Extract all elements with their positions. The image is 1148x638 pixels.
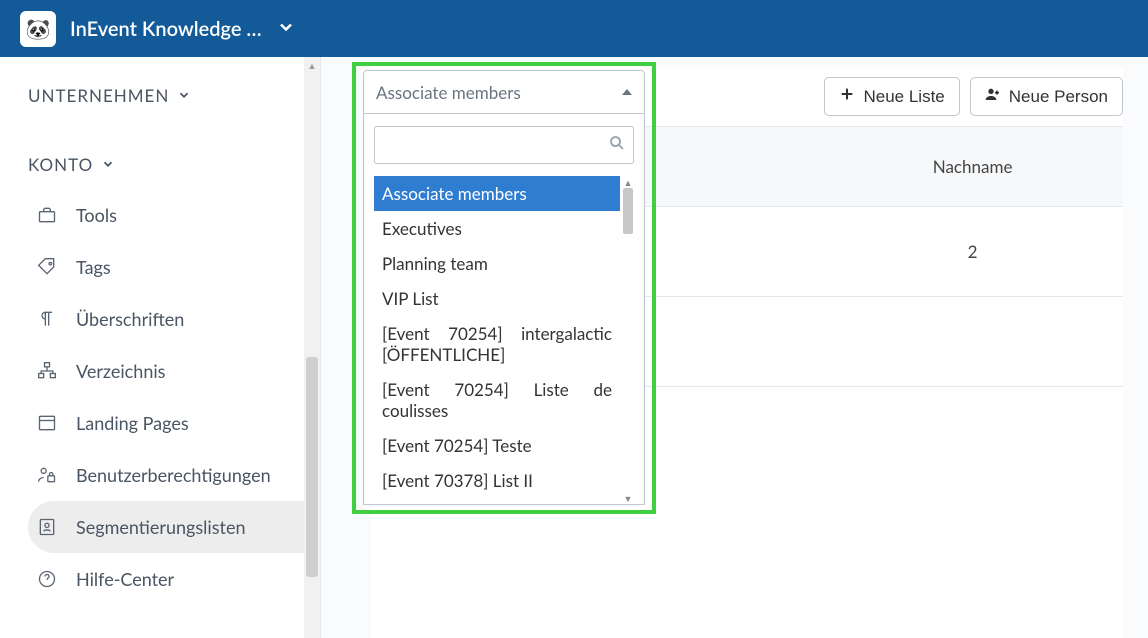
dropdown-option[interactable]: VIP List [374,281,620,316]
section-company-label: UNTERNEHMEN [28,85,169,106]
dropdown-option[interactable]: Associate members [374,176,620,211]
sidebar-item-help-center[interactable]: Hilfe-Center [28,553,320,605]
dropdown-search-input[interactable] [374,126,634,164]
toolbox-icon [34,205,60,225]
section-account-label: KONTO [28,154,93,175]
sidebar-item-label: Hilfe-Center [76,568,174,590]
users-lock-icon [34,465,60,485]
sidebar-item-label: Segmentierungslisten [76,516,246,538]
dropdown-option[interactable]: [Event 70254] intergalactic [ÖFFENTLICHE… [374,316,620,372]
sitemap-icon [34,361,60,381]
sidebar-item-segment-lists[interactable]: Segmentierungslisten [28,501,320,553]
dropdown-selected-label: Associate members [376,82,521,103]
search-icon [608,134,626,156]
sidebar-item-label: Tags [76,256,111,278]
help-icon [34,569,60,589]
sidebar-item-directory[interactable]: Verzeichnis [28,345,320,397]
sidebar-item-label: Tools [76,204,117,226]
chevron-down-icon [177,85,191,106]
cell-lastname: 2 [822,207,1123,297]
sidebar-item-tools[interactable]: Tools [28,189,320,241]
scroll-up-arrow-icon[interactable]: ▲ [622,176,634,188]
scroll-down-arrow-icon[interactable]: ▼ [622,492,634,504]
list-select-dropdown[interactable]: Associate members Associate members Exec… [363,70,645,505]
scroll-thumb[interactable] [623,188,633,234]
sidebar-scrollbar[interactable]: ▲ [304,57,320,638]
browser-icon [34,413,60,433]
paragraph-icon [34,309,60,329]
sidebar-item-label: Überschriften [76,308,184,330]
new-list-button[interactable]: Neue Liste [824,77,959,116]
tag-icon [34,257,60,277]
scroll-up-arrow-icon[interactable]: ▲ [304,57,320,73]
app-title: InEvent Knowledge … [70,17,262,41]
dropdown-option[interactable]: Planning team [374,246,620,281]
sidebar-item-landing-pages[interactable]: Landing Pages [28,397,320,449]
caret-up-icon [622,89,632,95]
sidebar-item-label: Verzeichnis [76,360,165,382]
new-person-button[interactable]: Neue Person [970,77,1123,116]
workspace-switcher-chevron-icon[interactable] [276,17,296,41]
dropdown-option[interactable]: [Event 70254] Liste de coulisses [374,372,620,428]
new-person-button-label: Neue Person [1009,87,1108,107]
sidebar-item-user-permissions[interactable]: Benutzerberechtigungen [28,449,320,501]
plus-icon [839,86,855,107]
contact-book-icon [34,517,60,537]
dropdown-option[interactable]: [Event 70378] List II [374,463,620,498]
dropdown-option[interactable]: [Event 70378] VIP #1 [374,498,620,504]
app-icon: 🐼 [20,11,56,47]
dropdown-scrollbar[interactable]: ▲ ▼ [622,176,634,504]
new-list-button-label: Neue Liste [863,87,944,107]
person-plus-icon [985,86,1001,107]
sidebar-item-tags[interactable]: Tags [28,241,320,293]
dropdown-option[interactable]: Executives [374,211,620,246]
section-account[interactable]: KONTO [28,144,320,189]
table-header-lastname: Nachname [822,127,1123,207]
scroll-thumb[interactable] [306,357,318,577]
sidebar-item-label: Benutzerberechtigungen [76,464,271,486]
chevron-down-icon [101,154,115,175]
dropdown-selected[interactable]: Associate members [363,70,645,114]
dropdown-option[interactable]: [Event 70254] Teste [374,428,620,463]
section-company[interactable]: UNTERNEHMEN [28,75,320,120]
sidebar-item-headings[interactable]: Überschriften [28,293,320,345]
sidebar-item-label: Landing Pages [76,412,189,434]
